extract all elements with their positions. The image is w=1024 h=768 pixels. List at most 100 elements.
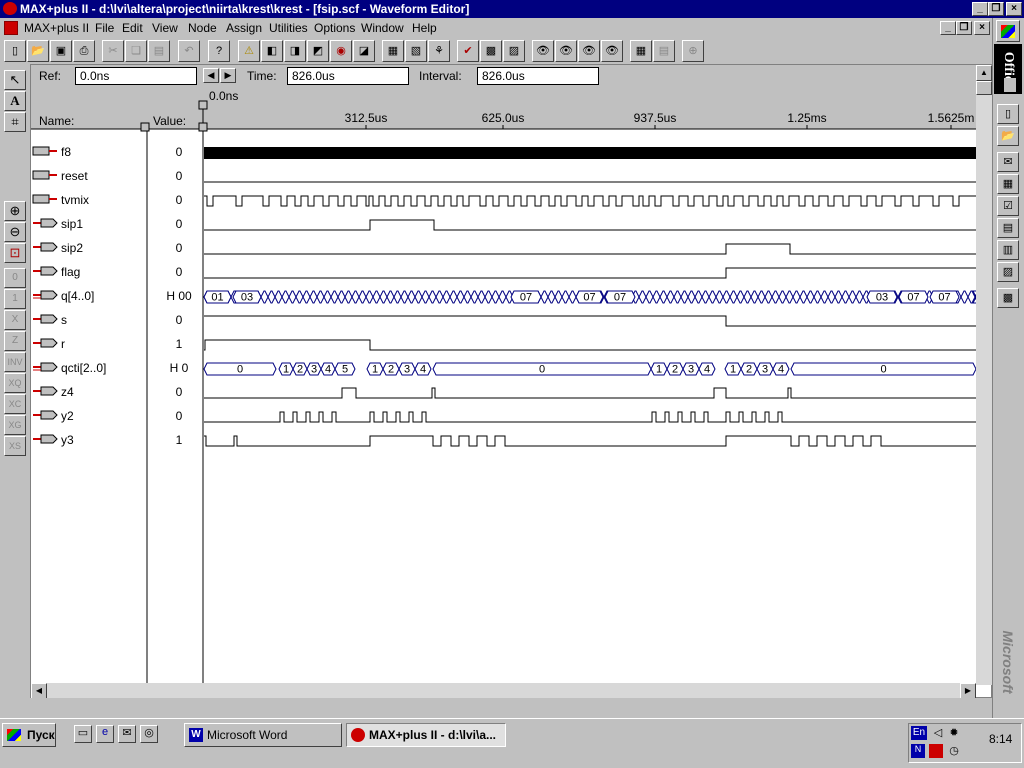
signal-row-q40[interactable]: q[4..0]H 0001030707070307070103070707030… <box>33 289 976 304</box>
show-desktop-icon[interactable]: ▭ <box>74 725 92 743</box>
warning-icon[interactable]: ⚠ <box>238 40 260 62</box>
antivirus-icon[interactable]: ✹ <box>947 726 961 740</box>
signal-name[interactable]: q[4..0] <box>61 289 94 303</box>
signal-name[interactable]: y3 <box>61 433 74 447</box>
clock-icon[interactable]: ◷ <box>947 744 961 758</box>
vertical-scrollbar[interactable]: ▲ <box>976 65 992 685</box>
office-calendar-icon[interactable]: ▦ <box>997 174 1019 194</box>
undo-icon[interactable]: ↶ <box>178 40 200 62</box>
signal-name[interactable]: reset <box>61 169 88 183</box>
hierarchy-icon-2[interactable]: ◨ <box>284 40 306 62</box>
internet-explorer-icon[interactable]: e <box>96 725 114 743</box>
office-new-doc-icon[interactable]: ▯ <box>997 104 1019 124</box>
compiler-icon[interactable]: ▦ <box>382 40 404 62</box>
document-icon[interactable] <box>4 21 18 35</box>
open-folder-icon[interactable]: 📂 <box>27 40 49 62</box>
menu-maxplus[interactable]: MAX+plus II <box>24 21 89 35</box>
signal-name[interactable]: qcti[2..0] <box>61 361 106 375</box>
text-tool-icon[interactable]: A <box>4 91 26 111</box>
project-icon[interactable]: ◪ <box>353 40 375 62</box>
dont-care-icon[interactable]: X <box>4 310 26 330</box>
program-icon[interactable]: ▨ <box>503 40 525 62</box>
signal-name[interactable]: r <box>61 337 65 351</box>
copy-icon[interactable]: ❏ <box>125 40 147 62</box>
office-contacts-icon[interactable]: ▤ <box>997 218 1019 238</box>
find-node-icon-2[interactable]: 👁 <box>555 40 577 62</box>
menu-utilities[interactable]: Utilities <box>269 21 308 35</box>
hierarchy-icon-1[interactable]: ◧ <box>261 40 283 62</box>
signal-row-y2[interactable]: y2 0 <box>33 409 976 423</box>
waveform-draw-tool-icon[interactable]: ⌗ <box>4 112 26 132</box>
office-open-icon[interactable]: 📂 <box>997 126 1019 146</box>
minimize-button[interactable]: _ <box>972 2 988 16</box>
outlook-express-icon[interactable]: ✉ <box>118 725 136 743</box>
task-maxplus[interactable]: MAX+plus II - d:\lvi\a... <box>346 723 506 747</box>
language-indicator[interactable]: En <box>911 726 927 740</box>
signal-row-s[interactable]: s0 <box>33 313 976 327</box>
save-icon[interactable]: ▣ <box>50 40 72 62</box>
floorplan-icon[interactable]: ◉ <box>330 40 352 62</box>
signal-row-sip1[interactable]: sip1 0 <box>33 217 976 231</box>
zoom-in-icon[interactable]: ⊕ <box>4 201 26 221</box>
signal-row-tvmix[interactable]: tvmix 0 <box>32 193 976 207</box>
high-level-icon[interactable]: 1 <box>4 289 26 309</box>
menu-assign[interactable]: Assign <box>226 21 262 35</box>
scroll-up-arrow-icon[interactable]: ▲ <box>976 65 992 81</box>
signal-row-y3[interactable]: y3 1 <box>33 433 976 447</box>
volume-icon[interactable]: ◁ <box>931 726 945 740</box>
menu-options[interactable]: Options <box>314 21 355 35</box>
print-icon[interactable]: ⎙ <box>73 40 95 62</box>
signal-name[interactable]: sip1 <box>61 217 83 231</box>
find-node-icon-1[interactable]: 👁 <box>532 40 554 62</box>
cascade-icon[interactable]: ▤ <box>653 40 675 62</box>
menu-edit[interactable]: Edit <box>122 21 143 35</box>
low-level-icon[interactable]: 0 <box>4 268 26 288</box>
channels-icon[interactable]: ◎ <box>140 725 158 743</box>
menu-help[interactable]: Help <box>412 21 437 35</box>
signal-row-reset[interactable]: reset 0 <box>32 169 976 183</box>
find-node-icon-3[interactable]: 👁 <box>578 40 600 62</box>
high-impedance-icon[interactable]: Z <box>4 331 26 351</box>
signal-row-flag[interactable]: flag 0 <box>33 265 976 279</box>
signal-row-f8[interactable]: f8 0 <box>32 145 976 159</box>
cut-icon[interactable]: ✂ <box>102 40 124 62</box>
task-microsoft-word[interactable]: W Microsoft Word <box>184 723 342 747</box>
signal-row-qcti20[interactable]: qcti[2..0] H 001234512340123412340 <box>33 361 976 376</box>
office-scroll-arrow[interactable] <box>1004 78 1016 92</box>
taskbar-clock[interactable]: 8:14 <box>989 732 1012 746</box>
overwrite-group-icon[interactable]: XG <box>4 415 26 435</box>
scroll-left-arrow-icon[interactable]: ◀ <box>31 683 47 699</box>
paste-icon[interactable]: ▤ <box>148 40 170 62</box>
waveform-canvas[interactable]: 312.5us 625.0us 937.5us 1.25ms 1.5625m f8 0re… <box>31 65 976 683</box>
doc-minimize-button[interactable]: _ <box>940 21 956 35</box>
signal-name[interactable]: f8 <box>61 145 71 159</box>
overwrite-state-icon[interactable]: XS <box>4 436 26 456</box>
help-pointer-icon[interactable]: ? <box>208 40 230 62</box>
menu-view[interactable]: View <box>152 21 178 35</box>
horizontal-scrollbar[interactable]: ◀ ▶ <box>31 683 976 699</box>
signal-row-z4[interactable]: z4 0 <box>33 385 976 399</box>
simulate-icon[interactable]: ▩ <box>480 40 502 62</box>
selection-tool-icon[interactable]: ↖ <box>4 70 26 90</box>
signal-name[interactable]: y2 <box>61 409 74 423</box>
find-node-icon-4[interactable]: 👁 <box>601 40 623 62</box>
hierarchy-icon-3[interactable]: ◩ <box>307 40 329 62</box>
overwrite-count-icon[interactable]: XQ <box>4 373 26 393</box>
doc-close-button[interactable]: × <box>974 21 990 35</box>
office-notes-icon[interactable]: ▨ <box>997 262 1019 282</box>
compile-icon[interactable]: ✔ <box>457 40 479 62</box>
office-binder-icon[interactable]: ▩ <box>997 288 1019 308</box>
doc-restore-button[interactable]: ❐ <box>956 21 972 35</box>
app-icon[interactable] <box>3 2 17 15</box>
zoom-icon[interactable]: ⊕ <box>682 40 704 62</box>
timing-icon[interactable]: ⚘ <box>428 40 450 62</box>
menu-node[interactable]: Node <box>188 21 217 35</box>
signal-name[interactable]: s <box>61 313 67 327</box>
office-journal-icon[interactable]: ▥ <box>997 240 1019 260</box>
invert-icon[interactable]: INV <box>4 352 26 372</box>
tray-app-icon[interactable] <box>929 744 943 758</box>
signal-name[interactable]: tvmix <box>61 193 89 207</box>
signal-name[interactable]: sip2 <box>61 241 83 255</box>
tile-icon[interactable]: ▦ <box>630 40 652 62</box>
restore-button[interactable]: ❐ <box>988 2 1004 16</box>
